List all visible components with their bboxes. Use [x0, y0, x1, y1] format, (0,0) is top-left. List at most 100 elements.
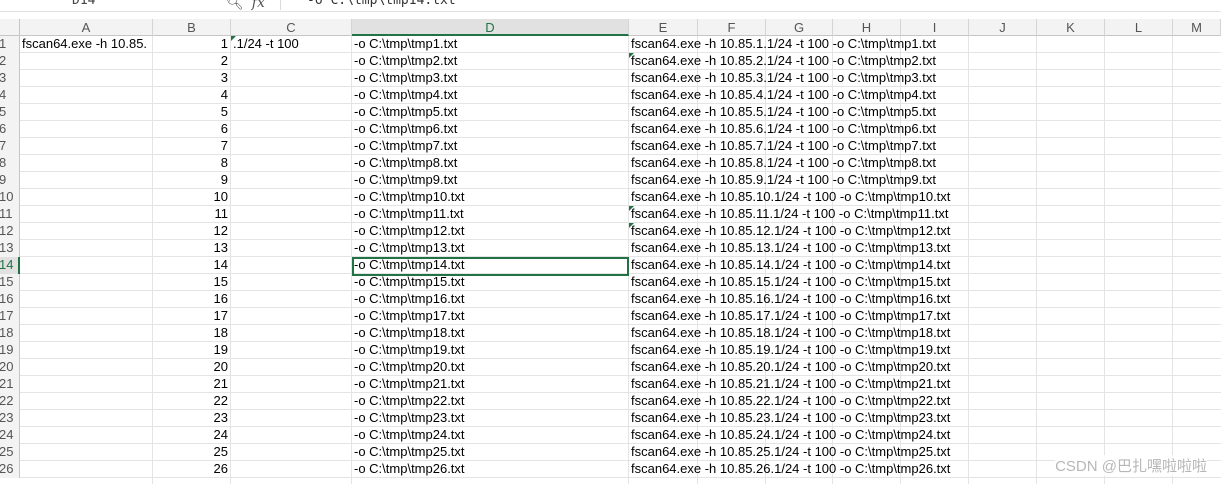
row-header[interactable]: 6: [0, 121, 20, 138]
cell-b[interactable]: 4: [153, 87, 231, 103]
row-header[interactable]: 15: [0, 274, 20, 291]
row-header[interactable]: 26: [0, 461, 20, 478]
active-cell-selection[interactable]: [352, 257, 629, 276]
cell-d[interactable]: -o C:\tmp\tmp2.txt: [352, 53, 629, 69]
cell-a[interactable]: [20, 257, 153, 273]
cell-a[interactable]: fscan64.exe -h 10.85.: [20, 36, 153, 52]
row-header[interactable]: 5: [0, 104, 20, 121]
cell-e[interactable]: fscan64.exe -h 10.85.20.1/24 -t 100 -o C…: [629, 359, 969, 375]
column-header-f[interactable]: F: [698, 19, 766, 36]
cell-a[interactable]: [20, 53, 153, 69]
cell-c[interactable]: .1/24 -t 100: [231, 36, 352, 52]
cell-d[interactable]: -o C:\tmp\tmp11.txt: [352, 206, 629, 222]
cell-d[interactable]: -o C:\tmp\tmp12.txt: [352, 223, 629, 239]
cell-e[interactable]: fscan64.exe -h 10.85.17.1/24 -t 100 -o C…: [629, 308, 969, 324]
cell-d[interactable]: -o C:\tmp\tmp21.txt: [352, 376, 629, 392]
cell-b[interactable]: 22: [153, 393, 231, 409]
row-header[interactable]: 11: [0, 206, 20, 223]
cell-c[interactable]: [231, 359, 352, 375]
row-header[interactable]: 19: [0, 342, 20, 359]
cell-e[interactable]: fscan64.exe -h 10.85.16.1/24 -t 100 -o C…: [629, 291, 969, 307]
cell-a[interactable]: [20, 427, 153, 443]
cell-c[interactable]: [231, 121, 352, 137]
cell-c[interactable]: [231, 189, 352, 205]
cell-e[interactable]: fscan64.exe -h 10.85.14.1/24 -t 100 -o C…: [629, 257, 969, 273]
cell-c[interactable]: [231, 206, 352, 222]
cell-b[interactable]: 11: [153, 206, 231, 222]
cell-a[interactable]: [20, 104, 153, 120]
cell-d[interactable]: -o C:\tmp\tmp5.txt: [352, 104, 629, 120]
row-header[interactable]: 13: [0, 240, 20, 257]
row-header[interactable]: 17: [0, 308, 20, 325]
cell-b[interactable]: 7: [153, 138, 231, 154]
cell-b[interactable]: 24: [153, 427, 231, 443]
row-header[interactable]: 7: [0, 138, 20, 155]
row-header[interactable]: 8: [0, 155, 20, 172]
cell-e[interactable]: fscan64.exe -h 10.85.21.1/24 -t 100 -o C…: [629, 376, 969, 392]
cell-c[interactable]: [231, 70, 352, 86]
cell-b[interactable]: 20: [153, 359, 231, 375]
cell-e[interactable]: fscan64.exe -h 10.85.18.1/24 -t 100 -o C…: [629, 325, 969, 341]
cell-a[interactable]: [20, 342, 153, 358]
cell-e[interactable]: fscan64.exe -h 10.85.23.1/24 -t 100 -o C…: [629, 410, 969, 426]
cell-a[interactable]: [20, 376, 153, 392]
column-header-a[interactable]: A: [20, 19, 153, 36]
cell-e[interactable]: fscan64.exe -h 10.85.19.1/24 -t 100 -o C…: [629, 342, 969, 358]
cell-a[interactable]: [20, 172, 153, 188]
cell-b[interactable]: 14: [153, 257, 231, 273]
cell-d[interactable]: -o C:\tmp\tmp10.txt: [352, 189, 629, 205]
select-all-corner[interactable]: [0, 19, 20, 36]
row-header[interactable]: 9: [0, 172, 20, 189]
column-header-k[interactable]: K: [1037, 19, 1105, 36]
cell-d[interactable]: -o C:\tmp\tmp24.txt: [352, 427, 629, 443]
cell-a[interactable]: [20, 461, 153, 477]
cell-c[interactable]: [231, 325, 352, 341]
row-header[interactable]: 21: [0, 376, 20, 393]
column-header-i[interactable]: I: [901, 19, 969, 36]
row-header[interactable]: 2: [0, 53, 20, 70]
column-header-m[interactable]: M: [1173, 19, 1221, 36]
cell-c[interactable]: [231, 274, 352, 290]
zoom-icon[interactable]: 🔍︎: [226, 0, 244, 10]
column-header-b[interactable]: B: [153, 19, 231, 36]
cell-c[interactable]: [231, 461, 352, 477]
cell-e[interactable]: fscan64.exe -h 10.85.11.1/24 -t 100 -o C…: [629, 206, 969, 222]
cell-e[interactable]: fscan64.exe -h 10.85.26.1/24 -t 100 -o C…: [629, 461, 969, 477]
row-header[interactable]: 12: [0, 223, 20, 240]
cell-c[interactable]: [231, 223, 352, 239]
cell-b[interactable]: 16: [153, 291, 231, 307]
cell-d[interactable]: -o C:\tmp\tmp13.txt: [352, 240, 629, 256]
cell-e[interactable]: fscan64.exe -h 10.85.3.1/24 -t 100 -o C:…: [629, 70, 969, 86]
cell-d[interactable]: -o C:\tmp\tmp7.txt: [352, 138, 629, 154]
cell-a[interactable]: [20, 87, 153, 103]
cell-e[interactable]: fscan64.exe -h 10.85.25.1/24 -t 100 -o C…: [629, 444, 969, 460]
cell-d[interactable]: -o C:\tmp\tmp3.txt: [352, 70, 629, 86]
column-header-d[interactable]: D: [352, 19, 629, 36]
cell-b[interactable]: 13: [153, 240, 231, 256]
cell-d[interactable]: -o C:\tmp\tmp18.txt: [352, 325, 629, 341]
cell-d[interactable]: -o C:\tmp\tmp17.txt: [352, 308, 629, 324]
cell-a[interactable]: [20, 291, 153, 307]
cell-c[interactable]: [231, 104, 352, 120]
row-header[interactable]: 20: [0, 359, 20, 376]
cell-a[interactable]: [20, 70, 153, 86]
cell-b[interactable]: 3: [153, 70, 231, 86]
cell-d[interactable]: -o C:\tmp\tmp22.txt: [352, 393, 629, 409]
row-header[interactable]: 3: [0, 70, 20, 87]
row-header[interactable]: 14: [0, 257, 20, 274]
cell-e[interactable]: fscan64.exe -h 10.85.15.1/24 -t 100 -o C…: [629, 274, 969, 290]
cell-b[interactable]: 2: [153, 53, 231, 69]
cell-e[interactable]: fscan64.exe -h 10.85.4.1/24 -t 100 -o C:…: [629, 87, 969, 103]
cell-b[interactable]: 15: [153, 274, 231, 290]
cell-c[interactable]: [231, 138, 352, 154]
cell-a[interactable]: [20, 155, 153, 171]
cell-c[interactable]: [231, 240, 352, 256]
cell-e[interactable]: fscan64.exe -h 10.85.1.1/24 -t 100 -o C:…: [629, 36, 969, 52]
fx-icon[interactable]: fx: [252, 0, 265, 11]
cell-a[interactable]: [20, 274, 153, 290]
cell-b[interactable]: 5: [153, 104, 231, 120]
cell-c[interactable]: [231, 291, 352, 307]
cell-c[interactable]: [231, 427, 352, 443]
cell-b[interactable]: 17: [153, 308, 231, 324]
cell-d[interactable]: -o C:\tmp\tmp19.txt: [352, 342, 629, 358]
